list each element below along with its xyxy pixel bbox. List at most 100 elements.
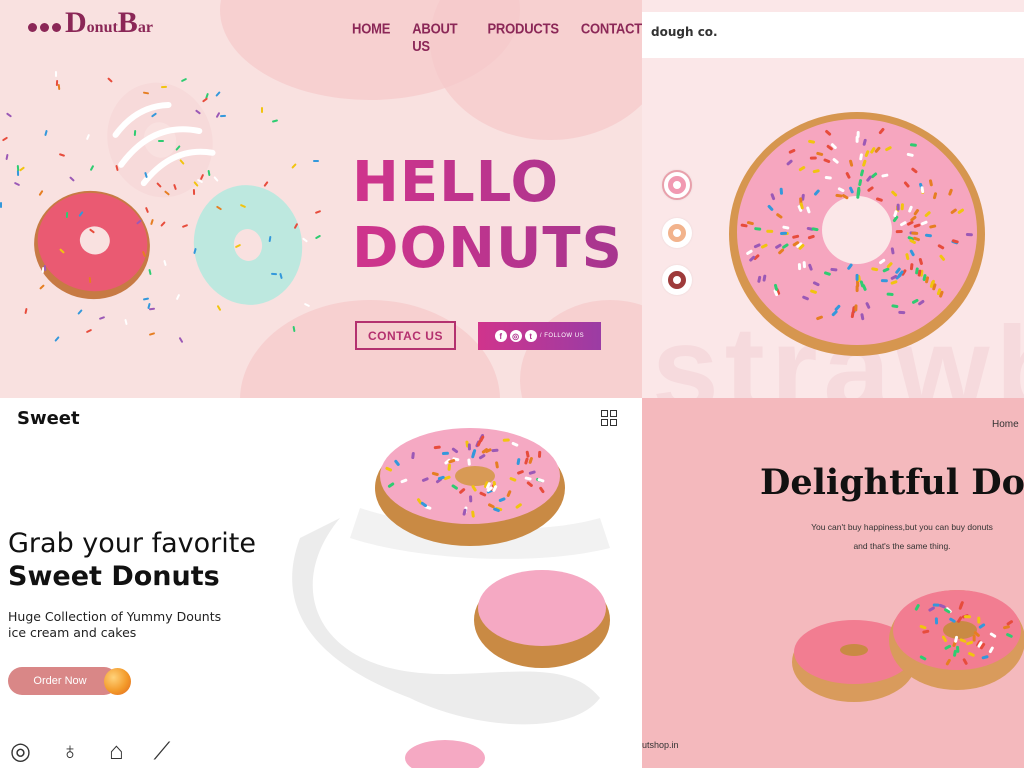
sprinkle — [16, 164, 20, 172]
sprinkle — [515, 503, 522, 509]
sprinkle — [778, 248, 785, 255]
sprinkle — [133, 130, 136, 137]
description-line: ice cream and cakes — [8, 625, 137, 640]
sprinkle — [895, 267, 901, 274]
sprinkle — [924, 233, 932, 238]
sprinkle — [516, 458, 521, 466]
order-now-button[interactable]: Order Now — [8, 667, 118, 695]
sprinkle — [890, 247, 895, 255]
ice-cream-icon[interactable]: ♁ — [61, 738, 79, 766]
sprinkle — [451, 447, 459, 454]
description-line: Huge Collection of Yummy Dounts — [8, 609, 222, 624]
sprinkle — [919, 269, 924, 277]
sprinkle — [959, 601, 964, 608]
sprinkle — [944, 644, 952, 650]
sprinkle — [782, 225, 790, 230]
sprinkle — [517, 470, 524, 475]
contact-button[interactable]: CONTAC US — [355, 321, 456, 350]
sprinkle — [989, 632, 997, 638]
sprinkle — [864, 150, 870, 157]
sprinkle — [957, 208, 964, 214]
nav-about-us[interactable]: ABOUT US — [412, 20, 465, 55]
brand-logo[interactable]: dough co. — [651, 25, 718, 39]
brand-logo[interactable]: Sweet — [17, 408, 80, 429]
donut-icon[interactable]: ◎ — [10, 738, 31, 766]
facebook-icon[interactable]: f — [494, 330, 507, 342]
nav-home[interactable]: Home — [992, 419, 1019, 430]
sprinkle — [479, 435, 485, 443]
sprinkle — [920, 186, 925, 194]
sprinkle — [492, 485, 498, 492]
sprinkle — [424, 505, 432, 510]
sprinkle — [524, 476, 532, 481]
sprinkle — [886, 262, 893, 269]
sprinkle — [879, 258, 886, 265]
sprinkle — [782, 243, 789, 249]
sprinkle — [898, 270, 904, 277]
nav-products[interactable]: PRODUCTS — [487, 20, 559, 55]
sprinkle — [936, 288, 942, 296]
sprinkle — [486, 486, 493, 492]
sprinkle — [891, 190, 898, 197]
sprinkle — [762, 274, 767, 282]
sprinkle — [858, 179, 863, 187]
flavor-thumb-chocolate[interactable] — [662, 265, 692, 295]
sprinkle — [912, 298, 919, 304]
sprinkle — [977, 641, 983, 648]
sprinkle — [385, 466, 393, 472]
flavor-thumb-strawberry[interactable] — [662, 170, 692, 200]
instagram-icon[interactable]: ◎ — [509, 330, 522, 342]
sprinkle — [524, 457, 529, 465]
sprinkle — [866, 175, 872, 182]
sprinkle — [792, 234, 800, 239]
featured-donut-image — [729, 112, 985, 356]
sprinkle — [0, 201, 3, 208]
follow-us-button[interactable]: f ◎ t / FOLLOW US — [478, 322, 601, 350]
sprinkle — [387, 482, 395, 488]
sprinkle — [922, 629, 930, 634]
subtitle: You can't buy happiness,but you can buy … — [782, 518, 1022, 556]
sprinkle — [825, 129, 832, 136]
sprinkle — [867, 186, 874, 192]
sprinkle — [525, 450, 530, 458]
sprinkle — [859, 280, 865, 288]
sprinkle — [479, 491, 487, 497]
flavor-thumb-2[interactable] — [662, 218, 692, 248]
sprinkle — [539, 486, 545, 494]
sprinkle — [1006, 620, 1013, 626]
sprinkle — [160, 85, 168, 89]
nav-contact[interactable]: CONTACT — [581, 20, 642, 55]
sprinkle — [807, 234, 815, 240]
twitter-icon[interactable]: t — [524, 330, 537, 342]
sprinkle — [498, 497, 506, 502]
sprinkle — [798, 166, 806, 172]
nav-home[interactable]: HOME — [352, 20, 390, 55]
sprinkle — [910, 215, 917, 222]
bread-icon[interactable]: ⟋ — [153, 738, 170, 766]
sprinkle — [908, 205, 913, 213]
sprinkle — [481, 448, 489, 454]
milk-splash-donuts-image — [292, 428, 610, 768]
sprinkle — [871, 172, 878, 179]
dough-co-panel: strawb dough co. — [642, 0, 1024, 398]
cake-icon[interactable]: ⌂ — [109, 738, 124, 766]
sprinkle — [292, 325, 296, 333]
sprinkle — [806, 226, 814, 231]
sprinkle — [55, 80, 58, 87]
donutbar-logo[interactable]: D onut B ar — [28, 8, 153, 38]
sprinkle — [808, 139, 816, 144]
sprinkle — [857, 275, 861, 283]
sprinkle — [842, 194, 849, 200]
sprinkle — [875, 197, 883, 202]
sprinkle — [806, 206, 811, 214]
sprinkle — [443, 475, 451, 481]
sprinkle — [870, 147, 876, 154]
sprinkle — [920, 220, 928, 226]
hero-headline-bold: Sweet Donuts — [8, 561, 220, 592]
sprinkle — [979, 642, 986, 650]
sprinkle — [871, 267, 879, 272]
sprinkle — [929, 281, 934, 288]
sprinkle — [944, 608, 951, 614]
hero-title-line1: HELLO — [352, 150, 623, 216]
sprinkle — [493, 507, 500, 513]
